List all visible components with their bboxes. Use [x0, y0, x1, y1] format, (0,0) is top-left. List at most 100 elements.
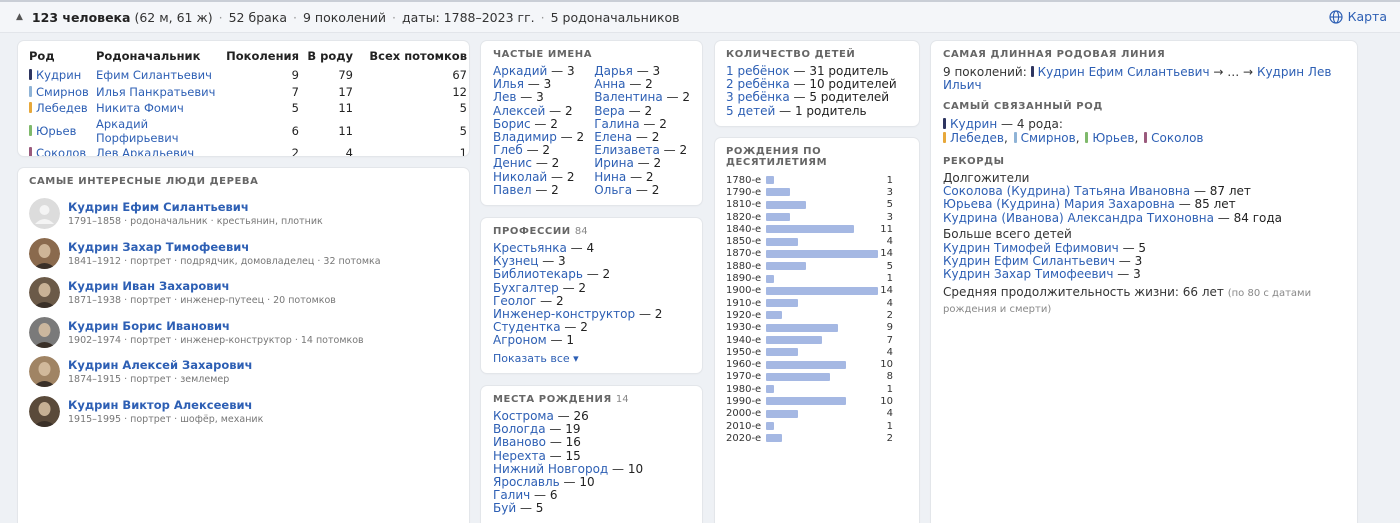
founder-link[interactable]: Аркадий Порфирьевич	[96, 117, 179, 145]
founder-link[interactable]: Ефим Силантьевич	[96, 68, 212, 82]
founder-link[interactable]: Никита Фомич	[96, 101, 184, 115]
name-link[interactable]: Дарья	[594, 64, 633, 78]
person-item[interactable]: Кудрин Захар Тимофеевич 1841–1912 · портр…	[29, 234, 458, 274]
name-link[interactable]: Вера	[594, 104, 625, 118]
collapse-toggle-icon[interactable]: ▲	[16, 12, 23, 22]
births-bar-chart: 1780-е 1 1790-е 3 1810-е 5 1820-е 3 1840-е 11 1850…	[726, 174, 908, 445]
children-count-link[interactable]: 1 ребёнок	[726, 64, 790, 78]
decade-value: 2	[886, 432, 893, 444]
person-name[interactable]: Кудрин Виктор Алексеевич	[68, 398, 263, 412]
avatar-portrait	[29, 395, 60, 427]
person-item[interactable]: Кудрин Борис Иванович 1902–1974 · портрет…	[29, 313, 458, 353]
birthplace-link[interactable]: Нижний Новгород	[493, 462, 608, 476]
clan-row: Кудрин Ефим Силантьевич 9 79 67	[29, 67, 467, 84]
profession-link[interactable]: Библиотекарь	[493, 267, 583, 281]
profession-link[interactable]: Агроном	[493, 333, 547, 347]
name-link[interactable]: Павел	[493, 183, 532, 197]
clan-name-link[interactable]: Кудрин	[36, 68, 81, 82]
founder-link[interactable]: Илья Панкратьевич	[96, 85, 215, 99]
name-link[interactable]: Денис	[493, 156, 532, 170]
children-count-link[interactable]: 3 ребёнка	[726, 90, 790, 104]
name-count: 2	[653, 156, 662, 171]
most-children-person-link[interactable]: Кудрин Захар Тимофеевич	[943, 267, 1113, 281]
name-link[interactable]: Глеб	[493, 143, 523, 157]
births-by-decade-card: Рождения по десятилетиям 1780-е 1 1790-е 3 1…	[715, 138, 919, 523]
name-link[interactable]: Алексей	[493, 104, 545, 118]
birthplace-link[interactable]: Ярославль	[493, 475, 560, 489]
profession-count: 1	[566, 333, 574, 348]
person-name[interactable]: Кудрин Борис Иванович	[68, 319, 364, 333]
name-link[interactable]: Анна	[594, 77, 625, 91]
birthplace-link[interactable]: Кострома	[493, 409, 554, 423]
name-link[interactable]: Владимир	[493, 130, 557, 144]
clan-row: Лебедев Никита Фомич 5 11 5	[29, 100, 467, 117]
person-name[interactable]: Кудрин Алексей Захарович	[68, 358, 253, 372]
clan-generations-cell: 7	[291, 84, 299, 99]
clan-in-clan-cell: 4	[345, 145, 353, 156]
person-name[interactable]: Кудрин Иван Захарович	[68, 279, 336, 293]
decade-value: 7	[886, 334, 893, 346]
children-count-link[interactable]: 5 детей	[726, 104, 775, 118]
longevity-person-link[interactable]: Кудрина (Иванова) Александра Тихоновна	[943, 211, 1214, 225]
clan-name-link[interactable]: Лебедев	[36, 101, 88, 115]
founder-link[interactable]: Лев Аркадьевич	[96, 146, 194, 156]
name-link[interactable]: Ольга	[594, 183, 632, 197]
map-button[interactable]: Карта	[1328, 9, 1387, 24]
connected-clan-link[interactable]: Смирнов	[1021, 131, 1076, 145]
birthplace-link[interactable]: Нерехта	[493, 449, 546, 463]
generations-count: 9 поколений	[303, 9, 387, 25]
person-item[interactable]: Кудрин Виктор Алексеевич 1915–1995 · порт…	[29, 392, 458, 432]
name-link[interactable]: Елизавета	[594, 143, 660, 157]
decade-bar	[766, 237, 798, 246]
clan-name-link[interactable]: Юрьев	[36, 124, 76, 138]
line-start-person-link[interactable]: Кудрин Ефим Силантьевич	[1038, 65, 1210, 79]
connected-main-link[interactable]: Кудрин	[950, 117, 997, 131]
person-name[interactable]: Кудрин Захар Тимофеевич	[68, 240, 381, 254]
clan-name-link[interactable]: Соколов	[36, 146, 86, 156]
profession-link[interactable]: Бухгалтер	[493, 281, 559, 295]
profession-count: 3	[558, 254, 566, 269]
most-children-person-row: Кудрин Ефим Силантьевич — 3	[943, 254, 1143, 269]
profession-link[interactable]: Студентка	[493, 320, 561, 334]
show-all-professions-button[interactable]: Показать все ▾	[493, 352, 690, 365]
name-link[interactable]: Нина	[594, 170, 626, 184]
decade-label: 1850-е	[726, 236, 762, 248]
name-link[interactable]: Ирина	[594, 156, 634, 170]
birthplace-link[interactable]: Буй	[493, 501, 516, 515]
longevity-person-link[interactable]: Юрьева (Кудрина) Мария Захаровна	[943, 197, 1175, 211]
most-children-person-row: Кудрин Захар Тимофеевич — 3	[943, 267, 1141, 282]
person-item[interactable]: Кудрин Ефим Силантьевич 1791–1858 · родон…	[29, 194, 458, 234]
birthplace-link[interactable]: Вологда	[493, 422, 546, 436]
decade-bar	[766, 323, 838, 332]
profession-link[interactable]: Крестьянка	[493, 241, 567, 255]
name-link[interactable]: Илья	[493, 77, 524, 91]
name-count: 3	[536, 90, 544, 105]
connected-clan-link[interactable]: Соколов	[1151, 131, 1203, 145]
name-link[interactable]: Лев	[493, 90, 516, 104]
most-children-person-count: 3	[1133, 267, 1141, 282]
name-link[interactable]: Елена	[594, 130, 632, 144]
clan-in-clan-cell: 11	[338, 123, 353, 138]
name-link[interactable]: Аркадий	[493, 64, 547, 78]
connected-clan-link[interactable]: Юрьев	[1092, 131, 1134, 145]
decade-label: 1840-е	[726, 223, 762, 235]
name-link[interactable]: Галина	[594, 117, 639, 131]
name-link[interactable]: Валентина	[594, 90, 662, 104]
birthplace-link[interactable]: Иваново	[493, 435, 546, 449]
profession-link[interactable]: Инженер-конструктор	[493, 307, 635, 321]
clan-name-link[interactable]: Смирнов	[36, 85, 89, 99]
person-name[interactable]: Кудрин Ефим Силантьевич	[68, 200, 323, 214]
profession-link[interactable]: Геолог	[493, 294, 536, 308]
person-item[interactable]: Кудрин Иван Захарович 1871–1938 · портрет…	[29, 273, 458, 313]
longevity-person-link[interactable]: Соколова (Кудрина) Татьяна Ивановна	[943, 184, 1190, 198]
connected-clan-link[interactable]: Лебедев	[950, 131, 1004, 145]
name-link[interactable]: Борис	[493, 117, 531, 131]
name-link[interactable]: Николай	[493, 170, 547, 184]
person-item[interactable]: Кудрин Алексей Захарович 1874–1915 · порт…	[29, 352, 458, 392]
most-children-person-link[interactable]: Кудрин Тимофей Ефимович	[943, 241, 1119, 255]
children-count-link[interactable]: 2 ребёнка	[726, 77, 790, 91]
birthplace-link[interactable]: Галич	[493, 488, 530, 502]
profession-link[interactable]: Кузнец	[493, 254, 538, 268]
marriages-count: 52 брака	[228, 9, 288, 25]
most-children-person-link[interactable]: Кудрин Ефим Силантьевич	[943, 254, 1115, 268]
